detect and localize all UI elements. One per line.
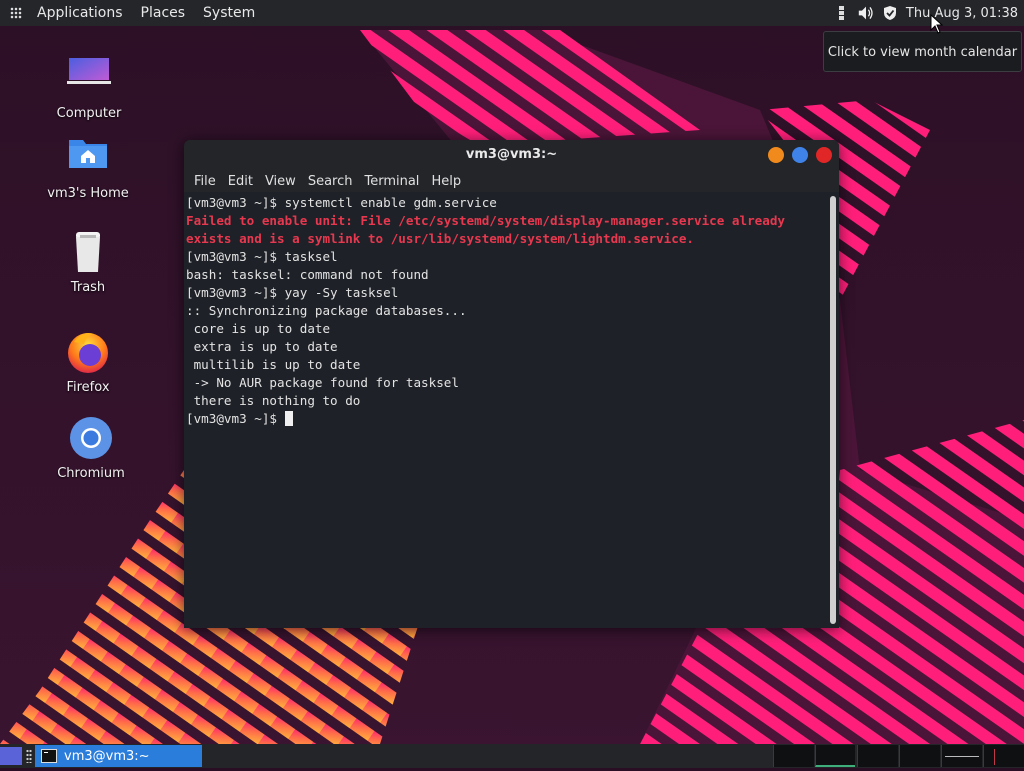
terminal-line: multilib is up to date: [186, 357, 361, 372]
terminal-line: there is nothing to do: [186, 393, 361, 408]
calendar-tooltip: Click to view month calendar: [823, 31, 1022, 72]
desktop-icon-chromium[interactable]: Chromium: [41, 414, 141, 481]
minimize-button[interactable]: [768, 147, 784, 163]
desktop-icon-label: Firefox: [66, 380, 110, 395]
taskbar-button-label: vm3@vm3:~: [64, 748, 150, 764]
terminal-prompt: [vm3@vm3 ~]$: [186, 411, 285, 426]
workspace-5[interactable]: [941, 745, 982, 767]
workspace-1[interactable]: [773, 745, 814, 767]
workspace-3[interactable]: [857, 745, 898, 767]
terminal-window[interactable]: vm3@vm3:~ File Edit View Search Terminal…: [184, 140, 839, 628]
terminal-line: bash: tasksel: command not found: [186, 267, 429, 282]
menu-applications[interactable]: Applications: [28, 0, 132, 26]
close-button[interactable]: [816, 147, 832, 163]
top-panel: Applications Places System Thu Aug 3, 01…: [0, 0, 1024, 26]
chromium-icon: [67, 414, 115, 462]
menu-edit[interactable]: Edit: [222, 174, 259, 189]
text-cursor: [284, 411, 293, 426]
window-titlebar[interactable]: vm3@vm3:~: [184, 140, 839, 170]
terminal-line: :: Synchronizing package databases...: [186, 303, 467, 318]
system-tray: Thu Aug 3, 01:38: [830, 0, 1024, 26]
menu-help[interactable]: Help: [425, 174, 467, 189]
terminal-error-line: Failed to enable unit: File /etc/systemd…: [186, 213, 785, 228]
maximize-button[interactable]: [792, 147, 808, 163]
mouse-pointer-icon: [930, 14, 944, 34]
panel-handle-icon[interactable]: [26, 749, 32, 763]
firefox-icon: [64, 328, 112, 376]
menu-view[interactable]: View: [259, 174, 302, 189]
menu-terminal[interactable]: Terminal: [358, 174, 425, 189]
workspace-2[interactable]: [815, 745, 855, 767]
desktop-icon-label: vm3's Home: [47, 186, 129, 201]
desktop-icon-label: Chromium: [57, 466, 125, 481]
workspace-6[interactable]: [983, 745, 1024, 767]
network-icon[interactable]: [834, 5, 850, 21]
terminal-prompt-line[interactable]: [vm3@vm3 ~]$: [186, 410, 825, 428]
terminal-icon: [41, 749, 57, 763]
window-title: vm3@vm3:~: [465, 147, 558, 162]
taskbar-button-terminal[interactable]: vm3@vm3:~: [35, 745, 202, 767]
terminal-line: [vm3@vm3 ~]$ tasksel: [186, 249, 338, 264]
terminal-line: -> No AUR package found for tasksel: [186, 375, 459, 390]
shield-icon[interactable]: [882, 5, 898, 21]
desktop-icon-firefox[interactable]: Firefox: [38, 328, 138, 395]
terminal-scrollbar[interactable]: [830, 196, 836, 624]
volume-icon[interactable]: [858, 5, 874, 21]
computer-icon: [65, 54, 113, 102]
terminal-error-line: exists and is a symlink to /usr/lib/syst…: [186, 231, 694, 246]
desktop-icon-label: Trash: [70, 280, 106, 295]
terminal-line: core is up to date: [186, 321, 331, 336]
menu-system[interactable]: System: [194, 0, 264, 26]
trash-icon: [64, 228, 112, 276]
terminal-menubar: File Edit View Search Terminal Help: [184, 170, 839, 192]
terminal-line: [vm3@vm3 ~]$ yay -Sy tasksel: [186, 285, 399, 300]
home-folder-icon: [64, 134, 112, 182]
desktop-icon-computer[interactable]: Computer: [39, 54, 139, 121]
menu-places[interactable]: Places: [132, 0, 195, 26]
show-desktop-button[interactable]: [0, 747, 22, 765]
terminal-output[interactable]: [vm3@vm3 ~]$ systemctl enable gdm.servic…: [186, 193, 825, 628]
menu-file[interactable]: File: [188, 174, 222, 189]
menu-search[interactable]: Search: [302, 174, 359, 189]
terminal-line: [vm3@vm3 ~]$ systemctl enable gdm.servic…: [186, 195, 497, 210]
bottom-panel: vm3@vm3:~: [0, 744, 1024, 768]
terminal-line: extra is up to date: [186, 339, 338, 354]
desktop-icon-home[interactable]: vm3's Home: [38, 134, 138, 201]
panel-clock[interactable]: Thu Aug 3, 01:38: [902, 6, 1024, 21]
applications-grid-icon[interactable]: [10, 7, 22, 19]
workspace-4[interactable]: [899, 745, 940, 767]
desktop-icon-trash[interactable]: Trash: [38, 228, 138, 295]
desktop-icon-label: Computer: [56, 106, 122, 121]
